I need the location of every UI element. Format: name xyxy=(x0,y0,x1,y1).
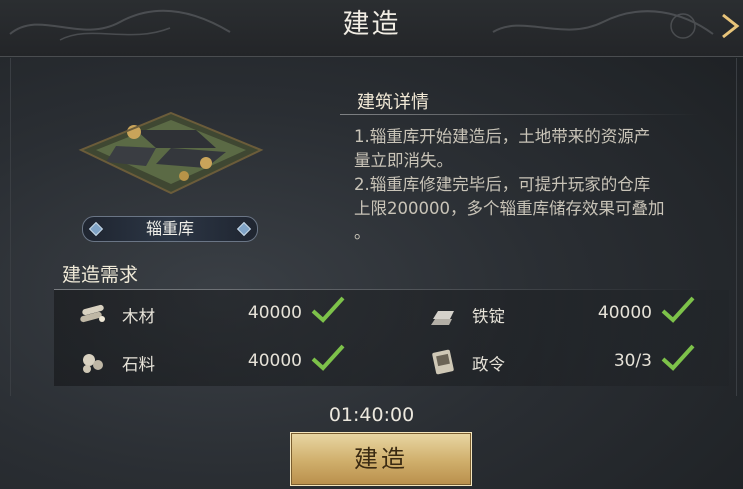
building-image xyxy=(78,111,264,195)
check-icon xyxy=(661,296,695,323)
details-line: 量立即消失。 xyxy=(354,151,453,170)
gem-ornament-icon xyxy=(88,221,104,237)
details-title: 建筑详情 xyxy=(357,92,429,113)
iron-ingot-icon xyxy=(431,311,454,325)
requirement-value: 40000 xyxy=(597,303,652,323)
requirement-value: 30/3 xyxy=(613,351,652,371)
check-icon xyxy=(311,344,345,371)
gem-ornament-icon xyxy=(236,221,252,237)
building-name: 辎重库 xyxy=(145,219,194,238)
page-title: 建造 xyxy=(342,9,401,40)
decree-icon xyxy=(432,349,454,375)
requirements-title: 建造需求 xyxy=(62,264,139,286)
build-button[interactable]: 建造 xyxy=(290,432,472,486)
requirement-stone: 石料 40000 xyxy=(78,344,346,383)
build-timer: 01:40:00 xyxy=(328,404,415,426)
requirement-value: 40000 xyxy=(247,351,302,371)
building-name-plate: 辎重库 xyxy=(82,216,258,242)
details-text: 1.辎重库开始建造后，土地带来的资源产 量立即消失。 2.辎重库修建完毕后，可提… xyxy=(354,125,734,245)
details-line: 1.辎重库开始建造后，土地带来的资源产 xyxy=(354,127,651,146)
check-icon xyxy=(661,344,695,371)
close-button[interactable] xyxy=(717,4,743,48)
requirement-iron: 铁锭 40000 xyxy=(428,296,696,335)
details-line: 上限200000，多个辎重库储存效果可叠加 xyxy=(354,199,665,218)
requirement-decree: 政令 30/3 xyxy=(428,344,696,383)
close-icon xyxy=(722,13,740,39)
requirement-wood: 木材 40000 xyxy=(78,296,346,335)
check-icon xyxy=(311,296,345,323)
requirement-value: 40000 xyxy=(247,303,302,323)
requirement-label: 铁锭 xyxy=(472,307,505,326)
requirement-label: 木材 xyxy=(122,307,155,326)
details-line: 2.辎重库修建完毕后，可提升玩家的仓库 xyxy=(354,175,651,194)
header-bar: 建造 xyxy=(0,0,743,57)
details-line: 。 xyxy=(354,223,371,242)
requirement-label: 政令 xyxy=(472,355,505,374)
requirement-label: 石料 xyxy=(122,355,155,374)
wood-icon xyxy=(80,304,105,323)
details-divider xyxy=(340,114,700,115)
stone-icon xyxy=(83,354,103,373)
